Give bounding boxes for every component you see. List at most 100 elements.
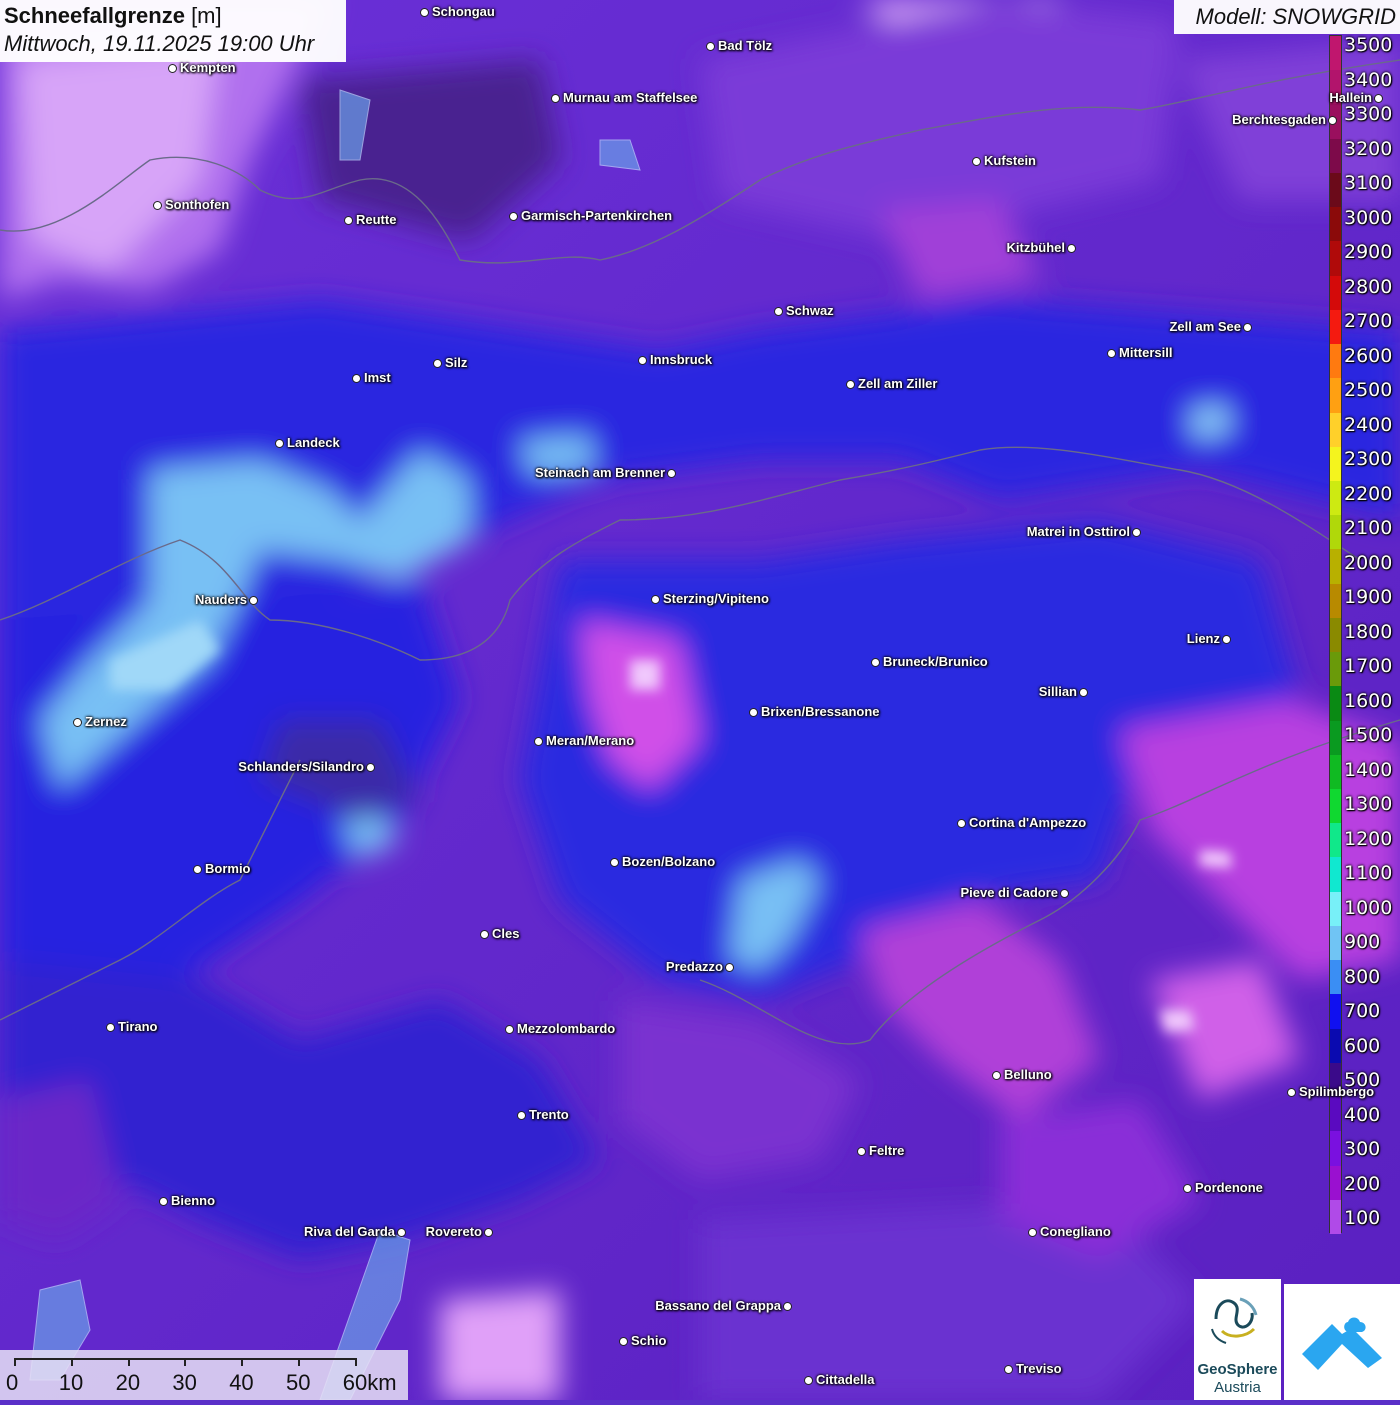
city-dot [1374,94,1383,103]
city-label: Zernez [85,714,127,729]
city-label: Cittadella [816,1372,875,1387]
city-dot [249,596,258,605]
legend-label: 2900 [1344,241,1393,263]
legend-label: 200 [1344,1172,1381,1195]
city-label: Meran/Merano [546,733,635,748]
city-dot [804,1376,813,1385]
city-dot [1328,116,1337,125]
scale-label: 50 [286,1370,311,1395]
city-dot [957,819,966,828]
legend-label: 1900 [1344,586,1393,608]
scale-label: 0 [6,1370,19,1395]
legend-swatch [1330,617,1341,653]
city-label: Lienz [1186,631,1220,646]
legend-swatch [1330,275,1341,311]
city-label: Landeck [287,435,340,450]
city-label: Silz [445,355,468,370]
city-dot [352,374,361,383]
city-label: Treviso [1016,1361,1062,1376]
scale-label: 20 [115,1370,141,1395]
city-dot [857,1147,866,1156]
legend-swatch [1330,1131,1341,1167]
city-label: Belluno [1004,1067,1052,1082]
city-label: Rovereto [425,1224,482,1239]
city-label: Sillian [1038,684,1077,699]
city-dot [1183,1184,1192,1193]
city-dot [106,1023,115,1032]
city-label: Trento [529,1107,569,1122]
city-label: Steinach am Brenner [534,465,665,480]
legend-label: 2200 [1344,482,1393,505]
legend-label: 2500 [1344,379,1393,401]
legend-swatch [1330,823,1341,858]
city-dot [534,737,543,746]
city-label: Hallein [1329,90,1372,105]
city-label: Kitzbühel [1006,240,1066,255]
legend-swatch [1330,378,1341,413]
legend-swatch [1330,789,1341,824]
map-title-parameter: Schneefallgrenze [4,3,185,28]
city-label: Nauders [194,592,247,607]
mountain-app-logo[interactable] [1284,1284,1400,1400]
city-dot [846,380,855,389]
legend-swatch [1330,138,1341,174]
legend-swatch [1330,754,1341,790]
city-label: Predazzo [665,959,723,974]
city-dot [193,865,202,874]
city-label: Bienno [171,1193,216,1208]
legend-swatch [1330,207,1341,242]
legend-label: 1000 [1344,896,1393,919]
city-dot [433,359,442,368]
city-label: Imst [364,370,391,385]
city-label: Cortina d'Ampezzo [969,815,1087,830]
city-dot [1222,635,1231,644]
city-label: Reutte [356,212,397,227]
city-label: Mezzolombardo [517,1021,616,1036]
legend-swatch [1330,857,1341,893]
city-dot [1079,688,1088,697]
city-label: Riva del Garda [303,1224,395,1239]
model-label: Modell: SNOWGRID [1174,0,1400,34]
legend-swatch [1330,344,1341,379]
legend-label: 1300 [1344,793,1393,815]
city-dot [1060,889,1069,898]
legend-label: 800 [1344,965,1381,988]
legend-swatch [1330,686,1341,722]
legend-swatch [1330,1165,1341,1201]
scale-tick [241,1358,244,1366]
city-label: Schio [631,1333,667,1348]
city-label: Bad Tölz [718,38,773,53]
legend-label: 2000 [1344,551,1393,574]
legend-label: 3100 [1344,172,1393,194]
legend-swatch [1330,583,1341,619]
legend-label: 100 [1344,1207,1381,1229]
legend-swatch [1330,515,1341,550]
legend-swatch [1330,241,1341,277]
city-dot [509,212,518,221]
city-label: Zell am See [1169,319,1241,334]
legend-label: 2400 [1344,413,1393,436]
scale-tick [298,1358,300,1366]
city-label: Schlanders/Silandro [238,759,364,774]
legend-swatch [1330,891,1341,927]
legend-label: 2600 [1344,344,1393,367]
city-label: Sterzing/Vipiteno [663,591,769,606]
city-label: Zell am Ziller [858,376,938,391]
mountain-snow-icon [1302,1317,1382,1370]
legend-label: 1100 [1344,862,1393,884]
legend-swatch [1330,925,1341,961]
city-dot [1004,1365,1013,1374]
city-dot [551,94,560,103]
city-label: Bozen/Bolzano [622,854,716,869]
city-dot [1028,1228,1037,1237]
city-dot [168,64,177,73]
legend-swatch [1330,412,1341,448]
legend-swatch [1330,172,1341,208]
city-label: Brixen/Bressanone [761,704,880,719]
geosphere-austria-logo[interactable]: GeoSphere Austria [1194,1279,1281,1400]
city-label: Kufstein [984,153,1036,168]
legend-label: 900 [1344,931,1381,953]
geosphere-logo-text: GeoSphere [1197,1361,1278,1378]
city-dot [420,8,429,17]
legend-label: 3000 [1344,206,1393,229]
